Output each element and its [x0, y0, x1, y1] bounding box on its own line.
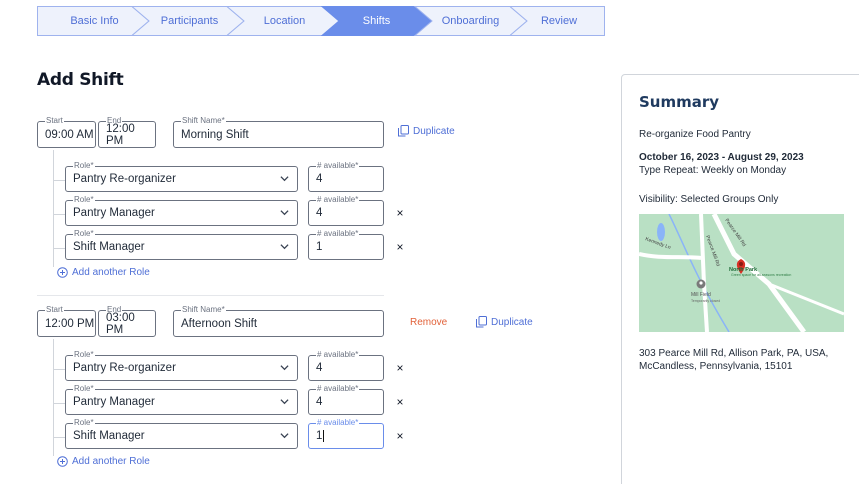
- plus-circle-icon: [57, 456, 68, 467]
- shift2-role-select-1[interactable]: Role* Pantry Re-organizer: [65, 350, 298, 381]
- remove-role-button[interactable]: ×: [395, 206, 405, 220]
- end-value: 03:00 PM: [106, 311, 135, 336]
- shift2-available-field-3[interactable]: # available* 1: [308, 418, 384, 449]
- tree-tick: [53, 214, 65, 215]
- shift2-role-select-2[interactable]: Role* Pantry Manager: [65, 384, 298, 415]
- shift2-available-field-2[interactable]: # available* 4: [308, 384, 384, 415]
- shift1-role-select-1[interactable]: Role* Pantry Re-organizer: [65, 161, 298, 192]
- summary-address-line2: McCandless, Pennsylvania, 15101: [639, 361, 793, 372]
- start-value: 12:00 PM: [45, 317, 95, 330]
- chevron-down-icon: [280, 244, 289, 250]
- chevron-down-icon: [280, 210, 289, 216]
- tree-tick: [53, 437, 65, 438]
- shift1-available-field-3[interactable]: # available* 1: [308, 229, 384, 260]
- available-label: # available*: [316, 229, 360, 239]
- available-value: 4: [316, 362, 323, 374]
- step-review[interactable]: Review: [518, 6, 600, 36]
- role-value: Pantry Manager: [73, 396, 155, 408]
- location-map[interactable]: Pearce Mill Rd Pearce Mill Rd Kennedy Ln…: [639, 214, 844, 332]
- shift2-name-field[interactable]: Shift Name* Afternoon Shift: [173, 305, 384, 337]
- add-role-label: Add another Role: [72, 456, 150, 467]
- text-cursor: [323, 430, 325, 442]
- shift-name-value: Afternoon Shift: [181, 317, 258, 330]
- step-location[interactable]: Location: [237, 6, 332, 36]
- chevron-down-icon: [280, 399, 289, 405]
- copy-icon: [476, 316, 487, 328]
- shift2-add-role-button[interactable]: Add another Role: [57, 456, 150, 467]
- shift1-role-tree-line: [53, 150, 54, 267]
- available-value: 4: [316, 173, 323, 185]
- duplicate-label: Duplicate: [413, 125, 455, 137]
- map-pin-sublabel: Green space for all-seasons recreation: [731, 273, 791, 277]
- shift2-available-field-1[interactable]: # available* 4: [308, 350, 384, 381]
- shift1-role-select-2[interactable]: Role* Pantry Manager: [65, 195, 298, 226]
- page-title: Add Shift: [37, 70, 124, 90]
- step-basic-info[interactable]: Basic Info: [47, 6, 142, 36]
- summary-repeat: Type Repeat: Weekly on Monday: [639, 165, 787, 176]
- role-value: Shift Manager: [73, 241, 145, 253]
- remove-role-button[interactable]: ×: [395, 395, 405, 409]
- summary-panel: Summary Re-organize Food Pantry October …: [621, 74, 859, 484]
- summary-dates: October 16, 2023 - August 29, 2023: [639, 152, 804, 163]
- shift2-duplicate-button[interactable]: Duplicate: [476, 316, 533, 328]
- remove-role-button[interactable]: ×: [395, 240, 405, 254]
- map-place-sublabel: Temporarily closed: [691, 299, 720, 303]
- available-label: # available*: [316, 350, 360, 360]
- role-value: Pantry Re-organizer: [73, 362, 176, 374]
- tree-tick: [53, 403, 65, 404]
- tree-tick: [53, 180, 65, 181]
- shift1-name-field[interactable]: Shift Name* Morning Shift: [173, 116, 384, 148]
- step-onboarding[interactable]: Onboarding: [423, 6, 518, 36]
- available-label: # available*: [316, 161, 360, 171]
- remove-role-button[interactable]: ×: [395, 361, 405, 375]
- map-canvas: Pearce Mill Rd Pearce Mill Rd Kennedy Ln…: [639, 214, 844, 332]
- end-value: 12:00 PM: [106, 122, 135, 147]
- shift2-role-select-3[interactable]: Role* Shift Manager: [65, 418, 298, 449]
- chevron-down-icon: [280, 365, 289, 371]
- map-place-label: Mill Field: [691, 292, 711, 298]
- duplicate-label: Duplicate: [491, 316, 533, 328]
- summary-title: Summary: [639, 93, 720, 111]
- available-value: 4: [316, 207, 323, 219]
- role-value: Shift Manager: [73, 430, 145, 442]
- shift1-available-field-2[interactable]: # available* 4: [308, 195, 384, 226]
- progress-stepper: Basic Info Participants Location Shifts …: [37, 6, 605, 36]
- tree-tick: [53, 248, 65, 249]
- summary-address-line1: 303 Pearce Mill Rd, Allison Park, PA, US…: [639, 348, 829, 359]
- shift2-role-tree-line: [53, 339, 54, 456]
- remove-role-button[interactable]: ×: [395, 429, 405, 443]
- start-value: 09:00 AM: [45, 128, 94, 141]
- shift1-duplicate-button[interactable]: Duplicate: [398, 125, 455, 137]
- shift1-available-field-1[interactable]: # available* 4: [308, 161, 384, 192]
- shift2-start-time[interactable]: Start 12:00 PM: [37, 305, 96, 337]
- shift1-start-time[interactable]: Start 09:00 AM: [37, 116, 96, 148]
- pond-shape: [657, 223, 665, 241]
- available-value-wrap: 1: [316, 424, 325, 448]
- shift1-add-role-button[interactable]: Add another Role: [57, 267, 150, 278]
- available-label: # available*: [316, 384, 360, 394]
- tree-tick: [53, 369, 65, 370]
- available-value: 1: [316, 430, 323, 442]
- role-value: Pantry Manager: [73, 207, 155, 219]
- available-value: 1: [316, 241, 323, 253]
- copy-icon: [398, 125, 409, 137]
- shift1-role-select-3[interactable]: Role* Shift Manager: [65, 229, 298, 260]
- available-value: 4: [316, 396, 323, 408]
- add-role-label: Add another Role: [72, 267, 150, 278]
- shift-name-value: Morning Shift: [181, 128, 249, 141]
- shift2-remove-button[interactable]: Remove: [410, 317, 447, 328]
- chevron-down-icon: [280, 176, 289, 182]
- step-shifts[interactable]: Shifts: [330, 6, 423, 36]
- available-label: # available*: [316, 195, 360, 205]
- chevron-down-icon: [280, 433, 289, 439]
- role-value: Pantry Re-organizer: [73, 173, 176, 185]
- shift2-end-time[interactable]: End 03:00 PM: [98, 305, 156, 337]
- summary-visibility: Visibility: Selected Groups Only: [639, 194, 779, 205]
- summary-event-name: Re-organize Food Pantry: [639, 129, 751, 140]
- plus-circle-icon: [57, 267, 68, 278]
- shift1-end-time[interactable]: End 12:00 PM: [98, 116, 156, 148]
- shift-divider: [37, 295, 384, 296]
- step-participants[interactable]: Participants: [142, 6, 237, 36]
